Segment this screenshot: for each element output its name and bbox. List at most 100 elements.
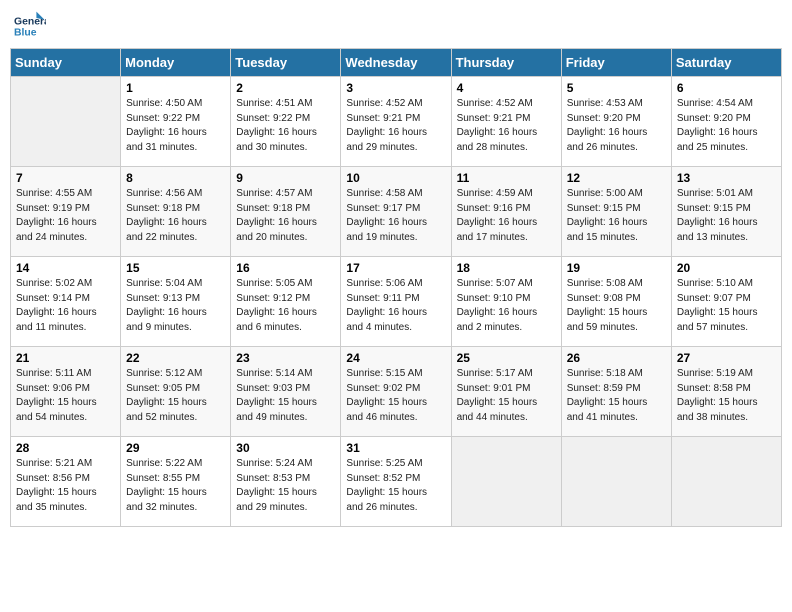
weekday-header-cell: Thursday [451, 49, 561, 77]
day-info: Sunrise: 4:50 AM Sunset: 9:22 PM Dayligh… [126, 97, 225, 155]
calendar-day-cell: 27 Sunrise: 5:19 AM Sunset: 8:58 PM Dayli… [671, 347, 781, 437]
day-info: Sunrise: 5:18 AM Sunset: 8:59 PM Dayligh… [567, 367, 666, 425]
calendar-day-cell: 12 Sunrise: 5:00 AM Sunset: 9:15 PM Dayli… [561, 167, 671, 257]
calendar-day-cell [561, 437, 671, 527]
calendar-day-cell: 2Sunrise: 4:51 AM Sunset: 9:22 PM Daylig… [231, 77, 341, 167]
day-number: 9 [236, 171, 335, 185]
weekday-header-cell: Tuesday [231, 49, 341, 77]
day-number: 3 [346, 81, 445, 95]
calendar-day-cell: 24Sunrise: 5:15 AM Sunset: 9:02 PM Dayli… [341, 347, 451, 437]
day-number: 6 [677, 81, 776, 95]
calendar-day-cell [671, 437, 781, 527]
calendar-day-cell: 3 Sunrise: 4:52 AM Sunset: 9:21 PM Daylig… [341, 77, 451, 167]
day-number: 20 [677, 261, 776, 275]
day-number: 7 [16, 171, 115, 185]
logo-icon: General Blue [14, 10, 46, 42]
calendar-day-cell: 1 Sunrise: 4:50 AM Sunset: 9:22 PM Daylig… [121, 77, 231, 167]
weekday-header-cell: Wednesday [341, 49, 451, 77]
calendar-week-row: 1 Sunrise: 4:50 AM Sunset: 9:22 PM Daylig… [11, 77, 782, 167]
day-number: 2 [236, 81, 335, 95]
day-number: 1 [126, 81, 225, 95]
day-number: 25 [457, 351, 556, 365]
day-number: 31 [346, 441, 445, 455]
day-info: Sunrise: 5:25 AM Sunset: 8:52 PM Dayligh… [346, 457, 445, 515]
day-info: Sunrise: 5:21 AM Sunset: 8:56 PM Dayligh… [16, 457, 115, 515]
day-info: Sunrise: 5:14 AM Sunset: 9:03 PM Dayligh… [236, 367, 335, 425]
calendar-week-row: 21 Sunrise: 5:11 AM Sunset: 9:06 PM Dayli… [11, 347, 782, 437]
calendar-day-cell: 8 Sunrise: 4:56 AM Sunset: 9:18 PM Daylig… [121, 167, 231, 257]
day-info: Sunrise: 5:05 AM Sunset: 9:12 PM Dayligh… [236, 277, 335, 335]
day-info: Sunrise: 5:19 AM Sunset: 8:58 PM Dayligh… [677, 367, 776, 425]
day-info: Sunrise: 5:11 AM Sunset: 9:06 PM Dayligh… [16, 367, 115, 425]
calendar-day-cell [451, 437, 561, 527]
day-info: Sunrise: 5:02 AM Sunset: 9:14 PM Dayligh… [16, 277, 115, 335]
calendar-day-cell: 29 Sunrise: 5:22 AM Sunset: 8:55 PM Dayli… [121, 437, 231, 527]
day-number: 11 [457, 171, 556, 185]
weekday-header-row: SundayMondayTuesdayWednesdayThursdayFrid… [11, 49, 782, 77]
calendar-day-cell: 5 Sunrise: 4:53 AM Sunset: 9:20 PM Daylig… [561, 77, 671, 167]
calendar-day-cell: 31 Sunrise: 5:25 AM Sunset: 8:52 PM Dayli… [341, 437, 451, 527]
calendar-day-cell: 17Sunrise: 5:06 AM Sunset: 9:11 PM Dayli… [341, 257, 451, 347]
day-info: Sunrise: 4:57 AM Sunset: 9:18 PM Dayligh… [236, 187, 335, 245]
day-number: 14 [16, 261, 115, 275]
weekday-header-cell: Saturday [671, 49, 781, 77]
calendar-day-cell: 22 Sunrise: 5:12 AM Sunset: 9:05 PM Dayli… [121, 347, 231, 437]
day-info: Sunrise: 4:52 AM Sunset: 9:21 PM Dayligh… [346, 97, 445, 155]
page-header: General Blue [10, 10, 782, 42]
calendar-day-cell: 15Sunrise: 5:04 AM Sunset: 9:13 PM Dayli… [121, 257, 231, 347]
calendar-day-cell: 28 Sunrise: 5:21 AM Sunset: 8:56 PM Dayli… [11, 437, 121, 527]
day-info: Sunrise: 4:59 AM Sunset: 9:16 PM Dayligh… [457, 187, 556, 245]
day-info: Sunrise: 4:56 AM Sunset: 9:18 PM Dayligh… [126, 187, 225, 245]
day-number: 21 [16, 351, 115, 365]
calendar-day-cell: 19Sunrise: 5:08 AM Sunset: 9:08 PM Dayli… [561, 257, 671, 347]
day-info: Sunrise: 5:08 AM Sunset: 9:08 PM Dayligh… [567, 277, 666, 335]
calendar-day-cell: 6 Sunrise: 4:54 AM Sunset: 9:20 PM Daylig… [671, 77, 781, 167]
calendar-week-row: 28 Sunrise: 5:21 AM Sunset: 8:56 PM Dayli… [11, 437, 782, 527]
calendar-day-cell: 30Sunrise: 5:24 AM Sunset: 8:53 PM Dayli… [231, 437, 341, 527]
day-number: 24 [346, 351, 445, 365]
day-number: 8 [126, 171, 225, 185]
day-info: Sunrise: 5:24 AM Sunset: 8:53 PM Dayligh… [236, 457, 335, 515]
calendar-day-cell: 18Sunrise: 5:07 AM Sunset: 9:10 PM Dayli… [451, 257, 561, 347]
calendar-week-row: 7Sunrise: 4:55 AM Sunset: 9:19 PM Daylig… [11, 167, 782, 257]
calendar-day-cell: 16 Sunrise: 5:05 AM Sunset: 9:12 PM Dayli… [231, 257, 341, 347]
day-info: Sunrise: 5:12 AM Sunset: 9:05 PM Dayligh… [126, 367, 225, 425]
calendar-day-cell: 21 Sunrise: 5:11 AM Sunset: 9:06 PM Dayli… [11, 347, 121, 437]
calendar-day-cell [11, 77, 121, 167]
day-number: 28 [16, 441, 115, 455]
day-number: 26 [567, 351, 666, 365]
day-number: 29 [126, 441, 225, 455]
day-number: 27 [677, 351, 776, 365]
day-info: Sunrise: 4:54 AM Sunset: 9:20 PM Dayligh… [677, 97, 776, 155]
day-number: 22 [126, 351, 225, 365]
calendar-day-cell: 14 Sunrise: 5:02 AM Sunset: 9:14 PM Dayli… [11, 257, 121, 347]
calendar-week-row: 14 Sunrise: 5:02 AM Sunset: 9:14 PM Dayli… [11, 257, 782, 347]
day-number: 18 [457, 261, 556, 275]
day-number: 23 [236, 351, 335, 365]
weekday-header-cell: Friday [561, 49, 671, 77]
calendar-day-cell: 13 Sunrise: 5:01 AM Sunset: 9:15 PM Dayli… [671, 167, 781, 257]
day-number: 4 [457, 81, 556, 95]
day-info: Sunrise: 4:53 AM Sunset: 9:20 PM Dayligh… [567, 97, 666, 155]
calendar-table: SundayMondayTuesdayWednesdayThursdayFrid… [10, 48, 782, 527]
day-number: 12 [567, 171, 666, 185]
calendar-day-cell: 10Sunrise: 4:58 AM Sunset: 9:17 PM Dayli… [341, 167, 451, 257]
day-info: Sunrise: 5:22 AM Sunset: 8:55 PM Dayligh… [126, 457, 225, 515]
calendar-day-cell: 9 Sunrise: 4:57 AM Sunset: 9:18 PM Daylig… [231, 167, 341, 257]
calendar-day-cell: 11 Sunrise: 4:59 AM Sunset: 9:16 PM Dayli… [451, 167, 561, 257]
calendar-day-cell: 20Sunrise: 5:10 AM Sunset: 9:07 PM Dayli… [671, 257, 781, 347]
day-info: Sunrise: 5:17 AM Sunset: 9:01 PM Dayligh… [457, 367, 556, 425]
weekday-header-cell: Sunday [11, 49, 121, 77]
calendar-day-cell: 23 Sunrise: 5:14 AM Sunset: 9:03 PM Dayli… [231, 347, 341, 437]
logo: General Blue [14, 10, 48, 42]
day-info: Sunrise: 5:00 AM Sunset: 9:15 PM Dayligh… [567, 187, 666, 245]
day-info: Sunrise: 5:06 AM Sunset: 9:11 PM Dayligh… [346, 277, 445, 335]
day-info: Sunrise: 5:01 AM Sunset: 9:15 PM Dayligh… [677, 187, 776, 245]
day-number: 13 [677, 171, 776, 185]
calendar-day-cell: 7Sunrise: 4:55 AM Sunset: 9:19 PM Daylig… [11, 167, 121, 257]
day-info: Sunrise: 4:58 AM Sunset: 9:17 PM Dayligh… [346, 187, 445, 245]
calendar-body: 1 Sunrise: 4:50 AM Sunset: 9:22 PM Daylig… [11, 77, 782, 527]
day-number: 16 [236, 261, 335, 275]
calendar-day-cell: 25 Sunrise: 5:17 AM Sunset: 9:01 PM Dayli… [451, 347, 561, 437]
day-number: 5 [567, 81, 666, 95]
